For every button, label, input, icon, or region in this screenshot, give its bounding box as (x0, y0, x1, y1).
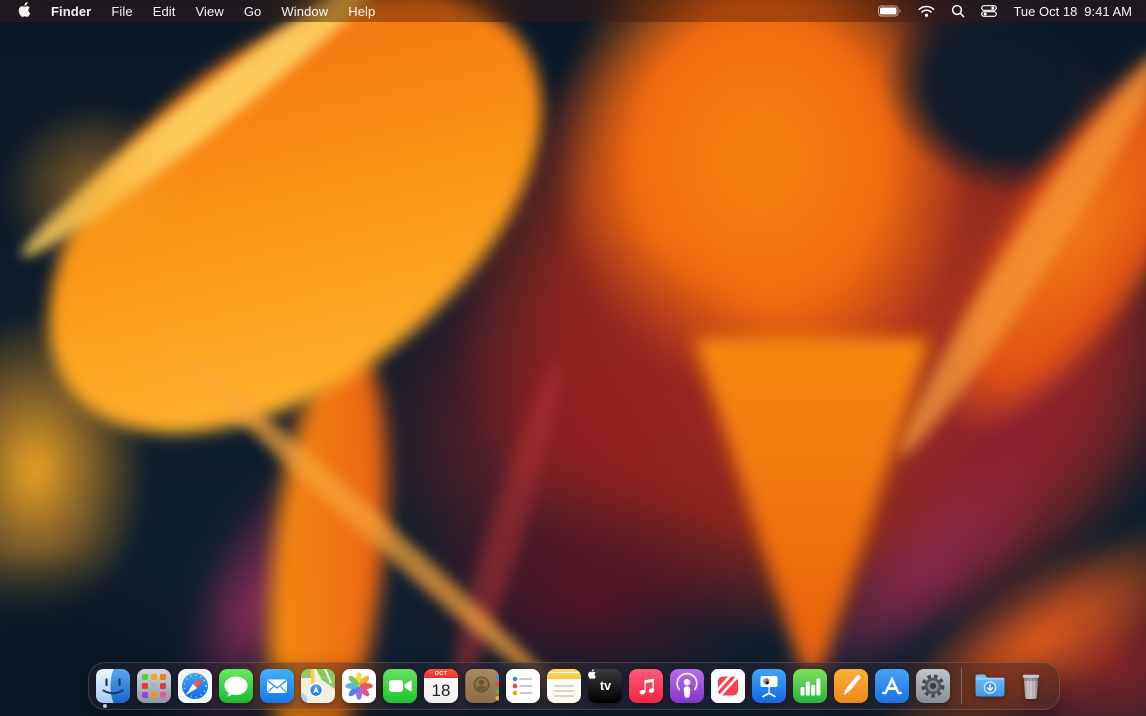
notes-yellow-band (547, 669, 581, 679)
apple-menu[interactable] (0, 0, 41, 22)
dock-icon-facetime[interactable] (383, 669, 417, 703)
dock-icon-news[interactable] (711, 669, 745, 703)
dock-icon-reminders[interactable] (506, 669, 540, 703)
menu-item-view[interactable]: View (186, 0, 234, 22)
spotlight-search-icon[interactable] (943, 0, 973, 22)
dock-icon-notes[interactable] (547, 669, 581, 703)
dock-icon-music[interactable] (629, 669, 663, 703)
dock-icon-finder[interactable] (96, 669, 130, 703)
menu-item-edit[interactable]: Edit (143, 0, 186, 22)
menu-item-help[interactable]: Help (338, 0, 385, 22)
apple-logo-icon (18, 2, 31, 20)
dock-icon-appstore[interactable] (875, 669, 909, 703)
menu-clock-time: 9:41 AM (1084, 3, 1132, 19)
dock-icon-system-settings[interactable] (916, 669, 950, 703)
dock-icon-downloads[interactable] (973, 669, 1007, 703)
dock-icon-contacts[interactable] (465, 669, 499, 703)
dock-icon-numbers[interactable] (793, 669, 827, 703)
dock-icon-photos[interactable] (342, 669, 376, 703)
calendar-day-label: 18 (431, 680, 451, 700)
dock: OCT 18 tv (88, 662, 1060, 710)
battery-full-icon[interactable] (870, 0, 910, 22)
menu-bar-left: Finder File Edit View Go Window Help (0, 0, 385, 22)
wallpaper-center-petal (680, 320, 940, 716)
dock-icon-mail[interactable] (260, 669, 294, 703)
menu-item-window[interactable]: Window (271, 0, 338, 22)
dock-icon-launchpad[interactable] (137, 669, 171, 703)
dock-icon-tv[interactable]: tv (588, 669, 622, 703)
finder-running-indicator (103, 704, 107, 708)
menu-clock-date: Tue Oct 18 (1013, 3, 1078, 19)
dock-icon-calendar[interactable]: OCT 18 (424, 669, 458, 703)
menu-item-go[interactable]: Go (234, 0, 272, 22)
macos-desktop: Finder File Edit View Go Window Help Tue… (0, 0, 1146, 716)
menu-item-finder[interactable]: Finder (41, 0, 101, 22)
dock-icon-safari[interactable] (178, 669, 212, 703)
dock-divider (961, 668, 962, 704)
apple-tv-logo-text: tv (599, 678, 612, 693)
control-center-icon[interactable] (973, 0, 1005, 22)
menu-item-file[interactable]: File (101, 0, 142, 22)
calendar-month-label: OCT (424, 669, 458, 678)
desktop-wallpaper (0, 0, 1146, 716)
dock-icon-podcasts[interactable] (670, 669, 704, 703)
menu-clock[interactable]: Tue Oct 18 9:41 AM (1005, 0, 1146, 22)
dock-icon-keynote[interactable] (752, 669, 786, 703)
dock-icon-maps[interactable] (301, 669, 335, 703)
dock-icon-trash[interactable] (1014, 669, 1048, 703)
dock-icon-messages[interactable] (219, 669, 253, 703)
wifi-icon[interactable] (910, 0, 943, 22)
menu-bar: Finder File Edit View Go Window Help Tue… (0, 0, 1146, 22)
menu-bar-status: Tue Oct 18 9:41 AM (870, 0, 1146, 22)
dock-icon-pages[interactable] (834, 669, 868, 703)
